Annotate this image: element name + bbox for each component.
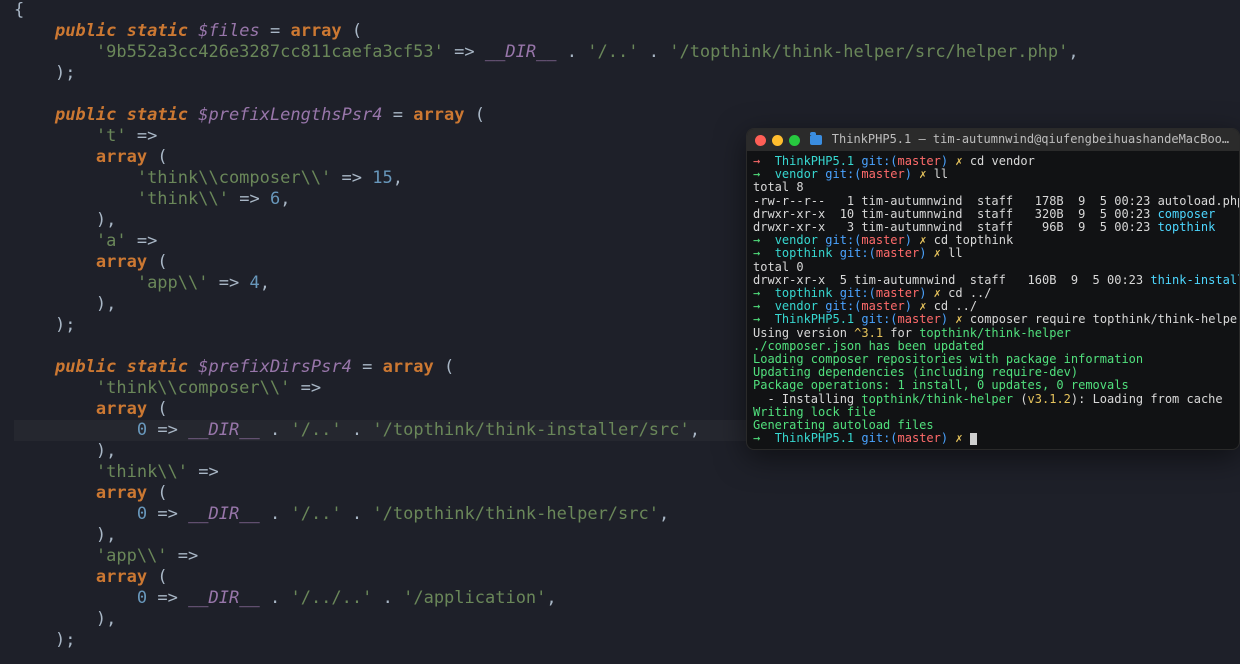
cursor-icon (970, 433, 977, 445)
terminal-body[interactable]: → ThinkPHP5.1 git:(master) ✗ cd vendor →… (747, 151, 1239, 450)
terminal-window[interactable]: ThinkPHP5.1 — tim-autumnwind@qiufengbeih… (746, 128, 1240, 450)
close-icon[interactable] (755, 135, 766, 146)
folder-icon (810, 135, 822, 145)
terminal-title: ThinkPHP5.1 — tim-autumnwind@qiufengbeih… (832, 133, 1231, 146)
minimize-icon[interactable] (772, 135, 783, 146)
terminal-titlebar[interactable]: ThinkPHP5.1 — tim-autumnwind@qiufengbeih… (747, 129, 1239, 151)
zoom-icon[interactable] (789, 135, 800, 146)
